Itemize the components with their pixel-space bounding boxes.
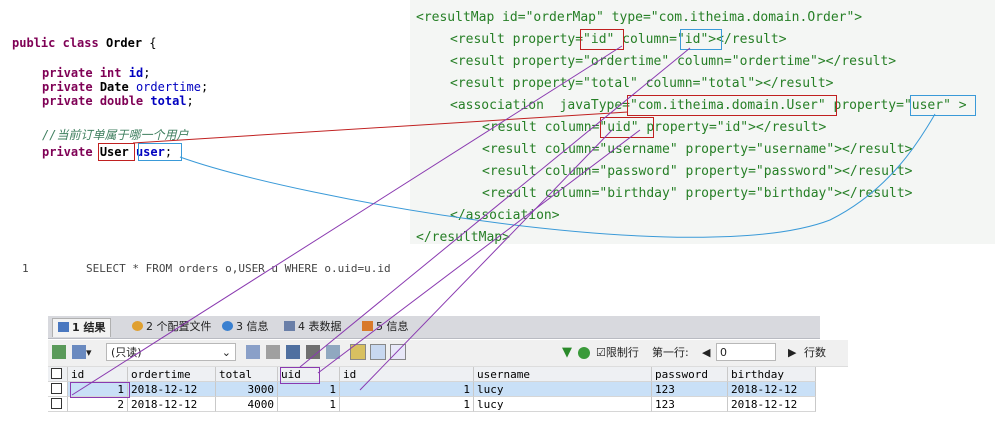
highlight-uid-header <box>280 367 320 384</box>
delete-icon[interactable] <box>306 344 320 362</box>
column-header[interactable]: total <box>216 367 278 382</box>
paste-icon[interactable] <box>266 344 280 362</box>
xml-result-uid: <result column="uid" property="id"></res… <box>482 120 827 135</box>
grid-view-icon[interactable] <box>350 344 366 362</box>
xml-result-username: <result column="username" property="user… <box>482 142 913 157</box>
tab-profiles[interactable]: 2 个配置文件 <box>132 318 212 336</box>
highlight-user-field <box>138 143 182 161</box>
next-page-icon[interactable]: ▶ <box>788 344 796 362</box>
xml-resultmap-open: <resultMap id="orderMap" type="com.ithei… <box>416 10 863 25</box>
row-checkbox[interactable] <box>48 397 68 412</box>
table-cell[interactable]: 1 <box>278 397 340 412</box>
rows-label: 行数 <box>804 346 826 359</box>
save-icon[interactable] <box>286 344 300 362</box>
highlight-javatype <box>627 95 837 116</box>
table-cell[interactable]: 3000 <box>216 382 278 397</box>
line-number: 1 <box>22 262 29 275</box>
table-cell[interactable]: 1 <box>340 382 474 397</box>
export-icon[interactable] <box>52 344 66 362</box>
sql-editor[interactable]: 1 SELECT * FROM orders o,USER u WHERE o.… <box>20 244 620 280</box>
table-icon <box>284 321 295 331</box>
text-view-icon[interactable] <box>390 344 406 362</box>
table-cell[interactable]: 1 <box>340 397 474 412</box>
prev-page-icon[interactable]: ◀ <box>702 344 710 362</box>
column-header[interactable]: username <box>474 367 652 382</box>
profile-icon <box>132 321 143 331</box>
column-header[interactable]: ordertime <box>128 367 216 382</box>
table-cell[interactable]: 1 <box>278 382 340 397</box>
table-cell[interactable]: lucy <box>474 382 652 397</box>
grid-header: id ordertime total uid id username passw… <box>48 367 816 382</box>
table-row[interactable]: 2 2018-12-12 4000 1 1 lucy 123 2018-12-1… <box>48 397 816 412</box>
highlight-id-cell <box>70 382 130 398</box>
xml-result-ordertime: <result property="ordertime" column="ord… <box>450 54 897 69</box>
table-cell[interactable]: 123 <box>652 382 728 397</box>
highlight-column-uid <box>600 117 654 138</box>
filter-icon[interactable]: ▼ <box>562 344 572 362</box>
highlight-column-id <box>680 29 722 50</box>
info-icon <box>222 321 233 331</box>
table-cell[interactable]: 2018-12-12 <box>128 397 216 412</box>
class-declaration: public class Order { <box>12 36 157 50</box>
readonly-select[interactable]: (只读) ⌄ <box>106 343 236 361</box>
highlight-property-user <box>910 95 976 116</box>
select-all-checkbox[interactable] <box>48 367 68 382</box>
tab-table-data[interactable]: 4 表数据 <box>284 318 342 336</box>
xml-result-birthday: <result column="birthday" property="birt… <box>482 186 913 201</box>
table-cell[interactable]: 2018-12-12 <box>728 397 816 412</box>
column-header[interactable]: id <box>68 367 128 382</box>
result-tabs: 1 结果 2 个配置文件 3 信息 4 表数据 5 信息 <box>48 316 820 339</box>
first-row-label: 第一行: <box>652 346 689 359</box>
table-row[interactable]: 1 2018-12-12 3000 1 1 lucy 123 2018-12-1… <box>48 382 816 397</box>
table-cell[interactable]: 2018-12-12 <box>128 382 216 397</box>
refresh-icon[interactable] <box>326 344 340 362</box>
xml-result-total: <result property="total" column="total">… <box>450 76 834 91</box>
message-icon <box>362 321 373 331</box>
sql-query[interactable]: SELECT * FROM orders o,USER u WHERE o.ui… <box>86 262 391 275</box>
limit-rows-checkbox[interactable]: ☑限制行 <box>596 344 639 362</box>
result-toolbar: ▾ (只读) ⌄ ▼ ☑限制行 第一行: ◀ 0 ▶ 行数 <box>48 340 848 367</box>
first-row-input[interactable]: 0 <box>716 343 776 361</box>
field-ordertime: private Date ordertime; <box>42 80 209 94</box>
xml-result-password: <result column="password" property="pass… <box>482 164 913 179</box>
table-cell[interactable]: lucy <box>474 397 652 412</box>
xml-association-close: </association> <box>450 208 560 223</box>
tab-result[interactable]: 1 结果 <box>52 318 112 337</box>
grid-icon <box>58 322 69 332</box>
chevron-down-icon: ⌄ <box>221 346 231 359</box>
import-dropdown-icon[interactable]: ▾ <box>72 344 92 362</box>
tab-messages[interactable]: 5 信息 <box>362 318 409 336</box>
copy-icon[interactable] <box>246 344 260 362</box>
reset-filter-icon[interactable] <box>578 344 590 362</box>
row-checkbox[interactable] <box>48 382 68 397</box>
code-comment: //当前订单属于哪一个用户 <box>42 128 189 142</box>
java-code-panel: public class Order { private int id; pri… <box>0 0 410 240</box>
field-id: private int id; <box>42 66 151 80</box>
tab-info[interactable]: 3 信息 <box>222 318 269 336</box>
column-header[interactable]: birthday <box>728 367 816 382</box>
highlight-property-id <box>580 29 624 50</box>
table-cell[interactable]: 2 <box>68 397 128 412</box>
table-cell[interactable]: 4000 <box>216 397 278 412</box>
form-view-icon[interactable] <box>370 344 386 362</box>
table-cell[interactable]: 123 <box>652 397 728 412</box>
column-header[interactable]: id <box>340 367 474 382</box>
table-cell[interactable]: 2018-12-12 <box>728 382 816 397</box>
highlight-user-type <box>98 143 135 161</box>
field-total: private double total; <box>42 94 194 108</box>
column-header[interactable]: password <box>652 367 728 382</box>
